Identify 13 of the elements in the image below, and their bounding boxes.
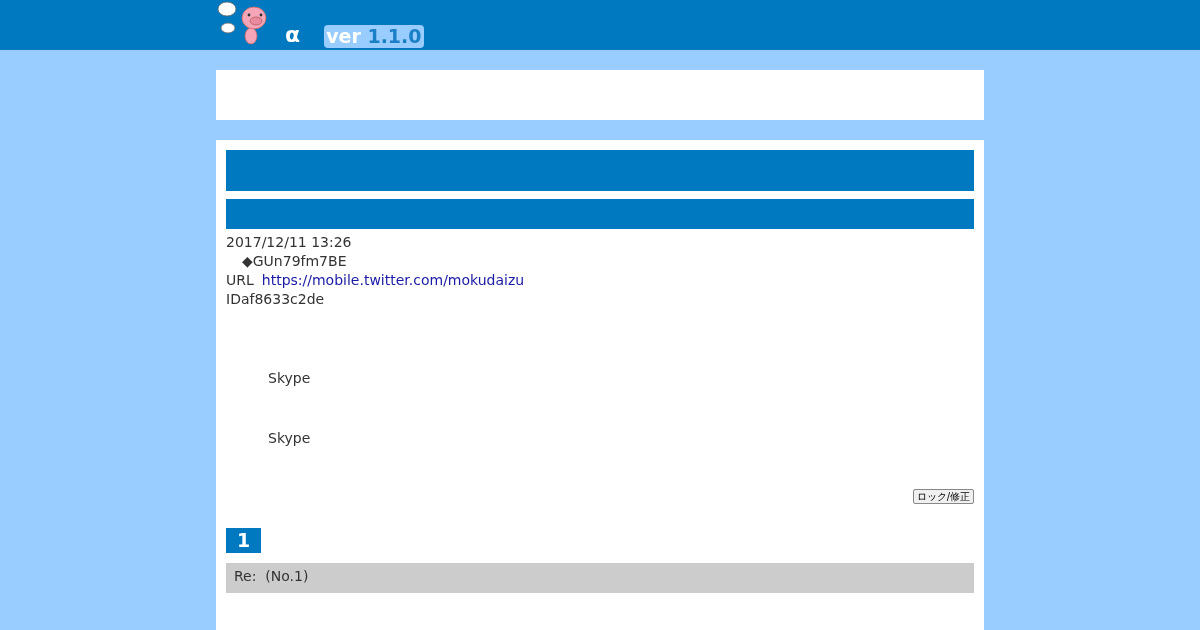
lock-edit-button[interactable]: ロック/修正 bbox=[912, 489, 974, 504]
body-text: Skype bbox=[268, 370, 311, 386]
url-label: URL bbox=[226, 271, 254, 290]
reply-number: 1 bbox=[226, 528, 261, 553]
site-title: α bbox=[285, 24, 301, 49]
trip-code: ◆GUn79fm7BE bbox=[242, 253, 347, 269]
version-number: 1.1.0 bbox=[367, 25, 422, 47]
reply-title: Re: (No.1) bbox=[226, 563, 974, 593]
post-id: IDaf8633c2de bbox=[226, 291, 325, 307]
post-date: 2017/12/11 13:26 bbox=[226, 234, 352, 250]
url-link[interactable]: https://mobile.twitter.com/mokudaizu bbox=[261, 271, 525, 290]
body-text: Skype bbox=[268, 430, 311, 446]
version-label: ver bbox=[326, 25, 361, 47]
